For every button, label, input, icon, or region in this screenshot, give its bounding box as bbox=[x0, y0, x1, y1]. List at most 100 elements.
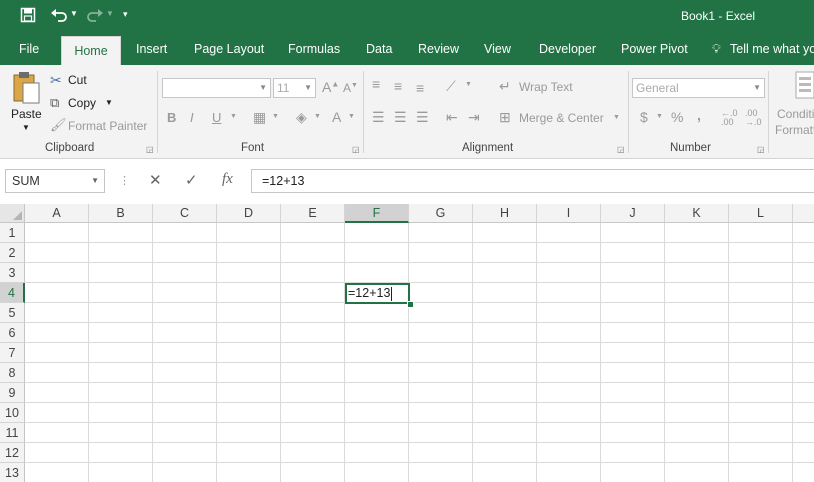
underline-dropdown-icon[interactable]: ▼ bbox=[230, 113, 237, 120]
font-color-icon[interactable]: A bbox=[332, 109, 341, 125]
row-header-11[interactable]: 11 bbox=[0, 423, 25, 443]
row-header-5[interactable]: 5 bbox=[0, 303, 25, 323]
tab-home[interactable]: Home bbox=[61, 36, 121, 65]
align-top-icon[interactable]: ≡ bbox=[372, 76, 380, 92]
redo-dropdown-icon[interactable]: ▼ bbox=[106, 9, 114, 18]
row-header-8[interactable]: 8 bbox=[0, 363, 25, 383]
tab-insert[interactable]: Insert bbox=[136, 34, 167, 65]
row-header-6[interactable]: 6 bbox=[0, 323, 25, 343]
column-header-H[interactable]: H bbox=[473, 204, 537, 223]
formula-input[interactable]: =12+13 bbox=[251, 169, 814, 193]
alignment-launcher-icon[interactable]: ◲ bbox=[617, 145, 625, 154]
undo-dropdown-icon[interactable]: ▼ bbox=[70, 9, 78, 18]
cut-button[interactable]: Cut bbox=[68, 73, 87, 87]
number-format-combo[interactable]: General ▼ bbox=[632, 78, 765, 98]
font-name-combo[interactable]: ▼ bbox=[162, 78, 271, 98]
column-header-I[interactable]: I bbox=[537, 204, 601, 223]
font-size-combo[interactable]: 11 ▼ bbox=[273, 78, 316, 98]
save-icon[interactable] bbox=[20, 7, 36, 27]
row-header-13[interactable]: 13 bbox=[0, 463, 25, 482]
orientation-icon[interactable]: ⟋ bbox=[446, 78, 456, 95]
row-header-2[interactable]: 2 bbox=[0, 243, 25, 263]
bold-button[interactable]: B bbox=[167, 110, 176, 125]
column-header-D[interactable]: D bbox=[217, 204, 281, 223]
row-header-3[interactable]: 3 bbox=[0, 263, 25, 283]
clipboard-launcher-icon[interactable]: ◲ bbox=[146, 145, 154, 154]
wrap-text-button[interactable]: Wrap Text bbox=[519, 80, 573, 94]
tab-view[interactable]: View bbox=[484, 34, 511, 65]
paste-icon[interactable] bbox=[11, 71, 41, 110]
tab-power-pivot[interactable]: Power Pivot bbox=[621, 34, 688, 65]
cancel-icon[interactable]: ✕ bbox=[149, 171, 162, 189]
decrease-decimal-icon[interactable]: .00 →.0 bbox=[745, 109, 762, 127]
column-header-A[interactable]: A bbox=[25, 204, 89, 223]
column-header-K[interactable]: K bbox=[665, 204, 729, 223]
merge-center-button[interactable]: Merge & Center bbox=[519, 111, 604, 125]
conditional-formatting-label-1[interactable]: Conditi bbox=[777, 107, 814, 121]
format-painter-button[interactable]: Format Painter bbox=[68, 119, 147, 133]
column-header-G[interactable]: G bbox=[409, 204, 473, 223]
enter-icon[interactable]: ✓ bbox=[185, 171, 198, 189]
paste-dropdown-icon[interactable]: ▼ bbox=[22, 123, 30, 132]
conditional-formatting-icon[interactable] bbox=[795, 71, 814, 104]
font-launcher-icon[interactable]: ◲ bbox=[352, 145, 360, 154]
orientation-dropdown-icon[interactable]: ▼ bbox=[465, 81, 472, 88]
tell-me-search[interactable]: Tell me what yo bbox=[730, 34, 814, 65]
align-center-icon[interactable]: ☰ bbox=[394, 109, 407, 126]
increase-indent-icon[interactable]: ⇥ bbox=[468, 109, 480, 126]
column-header-overflow[interactable] bbox=[793, 204, 814, 223]
merge-dropdown-icon[interactable]: ▼ bbox=[613, 114, 620, 121]
align-right-icon[interactable]: ☰ bbox=[416, 109, 429, 126]
fill-color-icon[interactable]: ◈ bbox=[296, 109, 307, 126]
active-cell-F4[interactable]: =12+13 bbox=[345, 283, 410, 304]
fill-handle[interactable] bbox=[407, 301, 414, 308]
tab-review[interactable]: Review bbox=[418, 34, 459, 65]
column-header-L[interactable]: L bbox=[729, 204, 793, 223]
tab-data[interactable]: Data bbox=[366, 34, 392, 65]
italic-button[interactable]: I bbox=[190, 110, 194, 125]
row-header-12[interactable]: 12 bbox=[0, 443, 25, 463]
column-header-E[interactable]: E bbox=[281, 204, 345, 223]
row-header-10[interactable]: 10 bbox=[0, 403, 25, 423]
column-header-B[interactable]: B bbox=[89, 204, 153, 223]
font-color-dropdown-icon[interactable]: ▼ bbox=[348, 113, 355, 120]
column-header-F[interactable]: F bbox=[345, 204, 409, 223]
borders-icon[interactable]: ▦ bbox=[253, 109, 266, 126]
increase-decimal-icon[interactable]: ←.0.00 bbox=[721, 109, 738, 127]
row-header-9[interactable]: 9 bbox=[0, 383, 25, 403]
percent-button[interactable]: % bbox=[671, 109, 683, 125]
customize-qat-icon[interactable]: ▾ bbox=[123, 9, 128, 20]
tab-developer[interactable]: Developer bbox=[539, 34, 596, 65]
decrease-indent-icon[interactable]: ⇤ bbox=[446, 109, 458, 126]
worksheet-grid[interactable]: ABCDEFGHIJKL 1 2 3 4 5 6 7 8 9 10 11 12 13 =12+13 bbox=[0, 204, 814, 482]
column-header-C[interactable]: C bbox=[153, 204, 217, 223]
column-header-J[interactable]: J bbox=[601, 204, 665, 223]
decrease-font-size-icon[interactable]: A▼ bbox=[343, 81, 358, 95]
redo-icon[interactable] bbox=[86, 7, 104, 27]
tab-formulas[interactable]: Formulas bbox=[288, 34, 340, 65]
tab-file[interactable]: File bbox=[19, 34, 39, 65]
increase-font-size-icon[interactable]: A▲ bbox=[322, 79, 339, 95]
align-middle-icon[interactable]: ≡ bbox=[394, 78, 402, 94]
copy-button[interactable]: Copy bbox=[68, 96, 96, 110]
align-left-icon[interactable]: ☰ bbox=[372, 109, 385, 126]
underline-button[interactable]: U bbox=[212, 110, 221, 125]
number-launcher-icon[interactable]: ◲ bbox=[757, 145, 765, 154]
currency-button[interactable]: $ bbox=[640, 109, 648, 125]
row-header-7[interactable]: 7 bbox=[0, 343, 25, 363]
copy-dropdown-icon[interactable]: ▼ bbox=[105, 98, 113, 107]
conditional-formatting-label-2[interactable]: Formatti bbox=[775, 123, 814, 137]
tab-page-layout[interactable]: Page Layout bbox=[194, 34, 264, 65]
name-box[interactable]: SUM ▼ bbox=[5, 169, 105, 193]
select-all-button[interactable] bbox=[0, 204, 25, 223]
paste-button[interactable]: Paste bbox=[11, 107, 42, 121]
fill-color-dropdown-icon[interactable]: ▼ bbox=[314, 113, 321, 120]
row-header-4[interactable]: 4 bbox=[0, 283, 25, 303]
currency-dropdown-icon[interactable]: ▼ bbox=[656, 113, 663, 120]
insert-function-icon[interactable]: fx bbox=[222, 171, 233, 188]
comma-button[interactable]: , bbox=[697, 107, 701, 123]
undo-icon[interactable] bbox=[50, 7, 68, 27]
borders-dropdown-icon[interactable]: ▼ bbox=[272, 113, 279, 120]
align-bottom-icon[interactable]: ≡ bbox=[416, 80, 424, 96]
row-header-1[interactable]: 1 bbox=[0, 223, 25, 243]
